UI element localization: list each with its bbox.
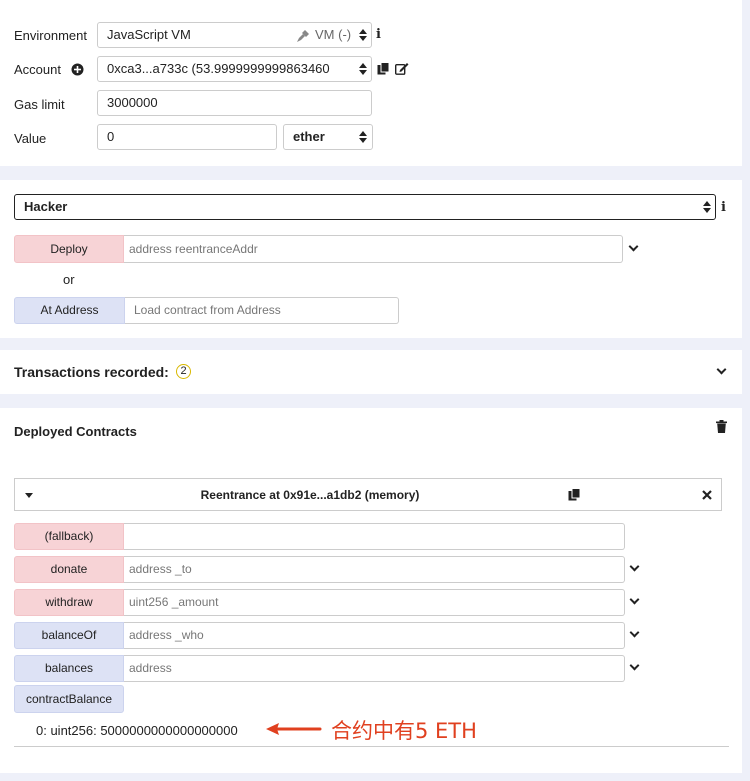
value-unit: ether: [293, 129, 325, 144]
donate-input[interactable]: address _to: [124, 556, 625, 583]
run-settings-panel: Environment JavaScript VM VM (-) i Accou…: [0, 0, 742, 166]
vm-status: VM (-): [315, 27, 352, 42]
balances-button[interactable]: balances: [14, 655, 124, 682]
balanceof-input[interactable]: address _who: [124, 622, 625, 649]
contract-select[interactable]: Hacker: [14, 194, 716, 220]
info-icon[interactable]: i: [376, 27, 381, 42]
copy-icon[interactable]: [377, 62, 390, 75]
value-input[interactable]: 0: [97, 124, 277, 150]
deploy-args-placeholder: address reentranceAddr: [129, 242, 258, 256]
deploy-button[interactable]: Deploy: [14, 235, 124, 263]
function-label: withdraw: [45, 595, 93, 609]
or-text: or: [63, 272, 75, 287]
balances-input[interactable]: address: [124, 655, 625, 682]
trash-icon[interactable]: [716, 420, 727, 433]
gas-limit-value: 3000000: [107, 95, 158, 110]
chevron-down-icon[interactable]: [629, 660, 640, 671]
chevron-down-icon[interactable]: [628, 241, 639, 252]
select-arrows-icon: [359, 63, 367, 75]
deploy-args-input[interactable]: address reentranceAddr: [124, 235, 623, 263]
function-label: contractBalance: [25, 692, 113, 706]
function-placeholder: address _to: [129, 562, 192, 576]
function-label: balances: [44, 661, 94, 675]
chevron-down-icon[interactable]: [629, 561, 640, 572]
function-placeholder: uint256 _amount: [129, 595, 219, 609]
contract-balance-result: 0: uint256: 5000000000000000000: [36, 723, 238, 738]
at-address-placeholder: Load contract from Address: [134, 303, 281, 317]
divider: [14, 746, 729, 747]
account-label: Account: [14, 62, 61, 77]
value-label: Value: [14, 131, 47, 146]
deploy-panel: Hacker i Deploy address reentranceAddr o…: [0, 180, 742, 338]
plug-icon: [297, 30, 309, 42]
deployed-contracts-title: Deployed Contracts: [14, 424, 137, 439]
at-address-button[interactable]: At Address: [14, 297, 125, 324]
at-address-input[interactable]: Load contract from Address: [125, 297, 399, 324]
function-label: donate: [50, 562, 88, 576]
contract-balance-button[interactable]: contractBalance: [14, 685, 124, 713]
environment-value: JavaScript VM: [107, 27, 191, 42]
deploy-button-label: Deploy: [50, 242, 88, 256]
chevron-down-icon[interactable]: [716, 364, 727, 375]
chevron-down-icon[interactable]: [629, 594, 640, 605]
gas-limit-input[interactable]: 3000000: [97, 90, 372, 116]
transactions-panel[interactable]: Transactions recorded: 2: [0, 350, 742, 394]
withdraw-input[interactable]: uint256 _amount: [124, 589, 625, 616]
transactions-label: Transactions recorded:: [14, 364, 169, 380]
gas-limit-label: Gas limit: [14, 97, 65, 112]
donate-button[interactable]: donate: [14, 556, 124, 583]
balanceof-button[interactable]: balanceOf: [14, 622, 124, 649]
info-icon[interactable]: i: [721, 200, 726, 215]
edit-icon[interactable]: [395, 62, 409, 75]
deployed-contracts-panel: Deployed Contracts Reentrance at 0x91e..…: [0, 408, 742, 773]
fallback-input[interactable]: [124, 523, 625, 550]
transactions-count-badge: 2: [176, 364, 191, 379]
transactions-count: 2: [180, 365, 187, 377]
close-icon[interactable]: [702, 490, 712, 500]
value-amount: 0: [107, 129, 115, 144]
chevron-down-icon[interactable]: [629, 627, 640, 638]
contract-selected: Hacker: [24, 199, 68, 214]
account-select[interactable]: 0xca3...a733c (53.9999999999863460: [97, 56, 372, 82]
select-arrows-icon: [359, 29, 367, 41]
contract-instance-header[interactable]: Reentrance at 0x91e...a1db2 (memory): [14, 478, 722, 511]
function-label: (fallback): [44, 529, 94, 543]
function-label: balanceOf: [41, 628, 97, 642]
account-value: 0xca3...a733c (53.9999999999863460: [107, 61, 330, 76]
value-unit-select[interactable]: ether: [283, 124, 373, 150]
arrow-left-icon: [266, 723, 322, 735]
copy-icon[interactable]: [568, 488, 581, 501]
withdraw-button[interactable]: withdraw: [14, 589, 124, 616]
environment-select[interactable]: JavaScript VM VM (-): [97, 22, 372, 48]
contract-instance-title: Reentrance at 0x91e...a1db2 (memory): [200, 488, 420, 502]
at-address-button-label: At Address: [40, 303, 99, 317]
fallback-button[interactable]: (fallback): [14, 523, 124, 550]
function-placeholder: address _who: [129, 628, 204, 642]
function-placeholder: address: [129, 661, 172, 675]
add-account-icon[interactable]: [71, 63, 84, 76]
balance-annotation: 合约中有5 ETH: [331, 719, 477, 743]
environment-label: Environment: [14, 28, 87, 43]
select-arrows-icon: [703, 201, 711, 213]
select-arrows-icon: [359, 131, 367, 143]
